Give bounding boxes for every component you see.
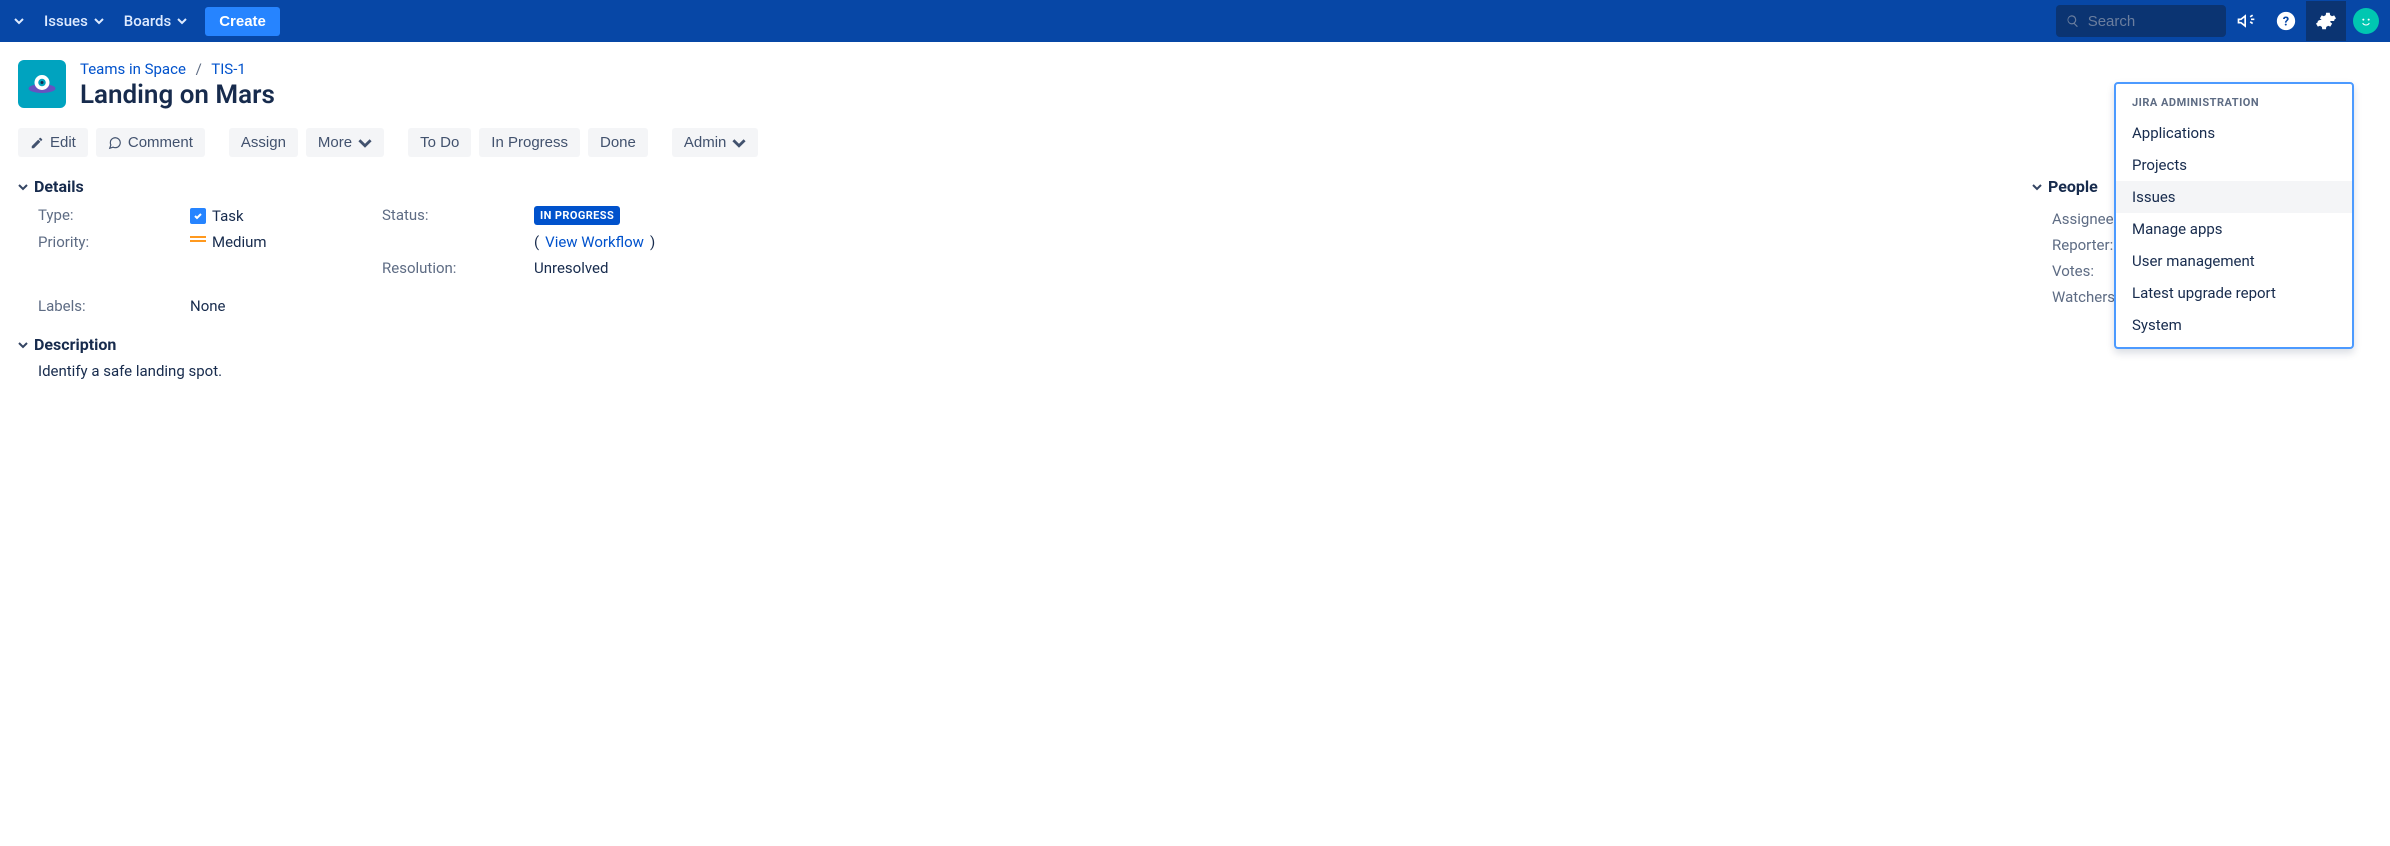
- people-title: People: [2048, 177, 2098, 196]
- avatar: [2353, 8, 2379, 34]
- type-value: Task: [190, 206, 370, 225]
- dropdown-item[interactable]: System: [2116, 309, 2352, 341]
- nav-issues-label: Issues: [44, 12, 88, 30]
- edit-label: Edit: [50, 134, 76, 151]
- app-switcher-chevron[interactable]: [4, 0, 34, 42]
- view-workflow-link[interactable]: View Workflow: [545, 233, 644, 251]
- comment-label: Comment: [128, 134, 193, 151]
- priority-value: Medium: [190, 233, 370, 251]
- chevron-down-icon: [14, 16, 24, 26]
- nav-right: ?: [2056, 0, 2386, 42]
- left-column: Details Type: Task Status: IN PROGRESS P…: [18, 177, 2012, 380]
- transition-todo-button[interactable]: To Do: [408, 128, 471, 157]
- transition-done-label: Done: [600, 134, 636, 151]
- megaphone-icon: [2236, 11, 2256, 31]
- admin-label: Admin: [684, 134, 727, 151]
- face-icon: [2358, 13, 2374, 29]
- dropdown-item[interactable]: User management: [2116, 245, 2352, 277]
- ufo-icon: [24, 66, 60, 102]
- type-label: Type:: [38, 206, 178, 225]
- resolution-value: Unresolved: [534, 259, 714, 277]
- description-text: Identify a safe landing spot.: [18, 362, 2012, 380]
- nav-left: Issues Boards Create: [4, 0, 280, 42]
- chevron-down-icon: [2032, 182, 2042, 192]
- chevron-down-icon: [18, 340, 28, 350]
- chevron-down-icon: [18, 182, 28, 192]
- breadcrumb: Teams in Space / TIS-1: [80, 60, 275, 78]
- dropdown-item[interactable]: Applications: [2116, 117, 2352, 149]
- search-input[interactable]: [2088, 13, 2216, 30]
- nav-issues[interactable]: Issues: [34, 0, 114, 42]
- description-toggle[interactable]: Description: [18, 335, 2012, 354]
- issue-title: Landing on Mars: [80, 80, 275, 110]
- profile-button[interactable]: [2346, 1, 2386, 41]
- transition-inprogress-button[interactable]: In Progress: [479, 128, 580, 157]
- details-grid: Type: Task Status: IN PROGRESS Priority:: [18, 206, 2012, 315]
- project-avatar: [18, 60, 66, 108]
- pencil-icon: [30, 136, 44, 150]
- more-button[interactable]: More: [306, 128, 384, 157]
- check-icon: [193, 211, 203, 221]
- admin-dropdown: JIRA ADMINISTRATION ApplicationsProjects…: [2114, 82, 2354, 349]
- search-box[interactable]: [2056, 5, 2226, 37]
- search-icon: [2066, 13, 2080, 29]
- more-label: More: [318, 134, 352, 151]
- task-icon: [190, 208, 206, 224]
- dropdown-item[interactable]: Issues: [2116, 181, 2352, 213]
- labels-value: None: [190, 297, 370, 315]
- dropdown-item[interactable]: Manage apps: [2116, 213, 2352, 245]
- status-label: Status:: [382, 206, 522, 225]
- chevron-down-icon: [177, 16, 187, 26]
- details-toggle[interactable]: Details: [18, 177, 2012, 196]
- labels-label: Labels:: [38, 297, 178, 315]
- priority-medium-icon: [190, 236, 206, 248]
- transition-done-button[interactable]: Done: [588, 128, 648, 157]
- status-value: IN PROGRESS: [534, 206, 714, 225]
- transition-inprogress-label: In Progress: [491, 134, 568, 151]
- comment-icon: [108, 136, 122, 150]
- description-title: Description: [34, 335, 116, 354]
- page-content: JIRA ADMINISTRATION ApplicationsProjects…: [0, 42, 2390, 398]
- create-button[interactable]: Create: [205, 7, 280, 36]
- help-icon-button[interactable]: ?: [2266, 1, 2306, 41]
- breadcrumb-separator: /: [196, 60, 202, 78]
- issue-header: Teams in Space / TIS-1 Landing on Mars: [18, 60, 2372, 110]
- top-nav: Issues Boards Create ?: [0, 0, 2390, 42]
- issue-toolbar: Edit Comment Assign More To Do In Progre…: [18, 128, 2372, 157]
- assign-label: Assign: [241, 134, 286, 151]
- assign-button[interactable]: Assign: [229, 128, 298, 157]
- nav-boards-label: Boards: [124, 12, 171, 30]
- transition-todo-label: To Do: [420, 134, 459, 151]
- priority-text: Medium: [212, 233, 267, 251]
- chevron-down-icon: [94, 16, 104, 26]
- settings-icon-button[interactable]: [2306, 1, 2346, 41]
- dropdown-item[interactable]: Projects: [2116, 149, 2352, 181]
- admin-button[interactable]: Admin: [672, 128, 759, 157]
- comment-button[interactable]: Comment: [96, 128, 205, 157]
- feedback-icon-button[interactable]: [2226, 1, 2266, 41]
- edit-button[interactable]: Edit: [18, 128, 88, 157]
- breadcrumb-project[interactable]: Teams in Space: [80, 60, 186, 78]
- priority-label: Priority:: [38, 233, 178, 251]
- chevron-down-icon: [732, 136, 746, 150]
- chevron-down-icon: [358, 136, 372, 150]
- breadcrumb-issue-key[interactable]: TIS-1: [211, 60, 246, 78]
- svg-text:?: ?: [2283, 15, 2289, 30]
- gear-icon: [2315, 10, 2337, 32]
- help-icon: ?: [2275, 10, 2297, 32]
- issue-columns: Details Type: Task Status: IN PROGRESS P…: [18, 177, 2372, 380]
- type-text: Task: [212, 207, 244, 225]
- view-workflow-wrap: (View Workflow): [534, 233, 714, 251]
- status-lozenge: IN PROGRESS: [534, 206, 620, 225]
- details-panel: Details Type: Task Status: IN PROGRESS P…: [18, 177, 2012, 315]
- dropdown-item[interactable]: Latest upgrade report: [2116, 277, 2352, 309]
- nav-boards[interactable]: Boards: [114, 0, 197, 42]
- issue-title-block: Teams in Space / TIS-1 Landing on Mars: [80, 60, 275, 110]
- dropdown-heading: JIRA ADMINISTRATION: [2116, 96, 2352, 117]
- description-panel: Description Identify a safe landing spot…: [18, 335, 2012, 380]
- details-title: Details: [34, 177, 84, 196]
- resolution-label: Resolution:: [382, 259, 522, 277]
